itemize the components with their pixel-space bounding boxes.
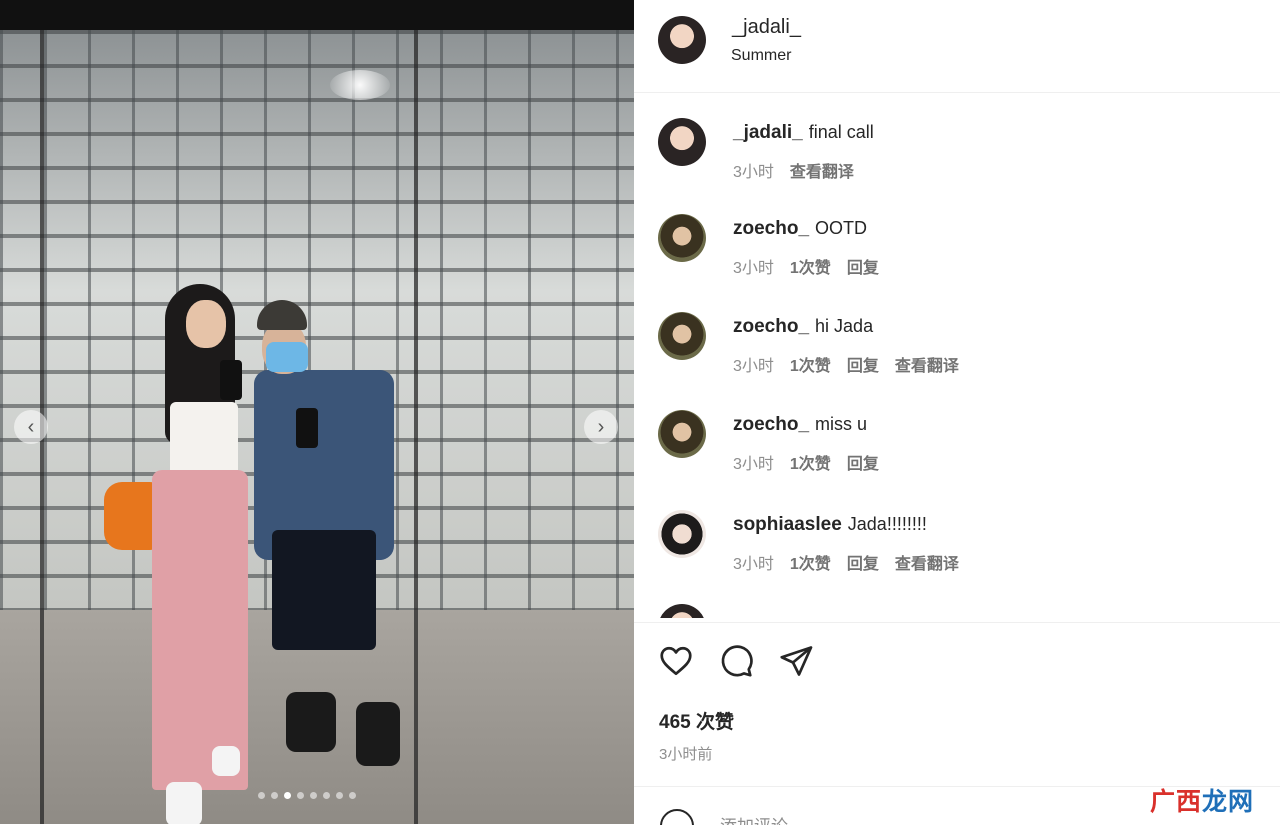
comment-likes[interactable]: 1次赞 [790,260,831,277]
commenter-username[interactable]: zoecho_ [733,414,809,435]
carousel-dot [336,792,343,799]
phone [220,360,242,400]
reply-button[interactable]: 回复 [847,260,879,277]
woman-face [186,300,226,348]
speech-bubble-icon[interactable] [718,643,754,679]
likes-count[interactable]: 465 次赞 [659,707,734,734]
comment-meta: 3小时 1次赞 回复 [733,450,895,474]
comment-row: sophiaaslee Jada!!!!!!!! 3小时 1次赞 回复 查看翻译 [634,510,1280,590]
watermark-text: 广西 [1150,788,1203,816]
woman-pink-pants [152,470,248,790]
comment-meta: 3小时 1次赞 回复 [733,254,895,278]
comment-time: 3小时 [733,556,774,573]
commenter-avatar[interactable] [658,510,706,558]
man-face-mask [266,342,308,372]
see-translation-button[interactable]: 查看翻译 [895,556,959,573]
man-shorts [272,530,376,650]
comment-text: miss u [815,414,868,434]
carousel-next-button[interactable]: › [584,410,618,444]
paper-plane-icon[interactable] [778,643,814,679]
comment-likes[interactable]: 1次赞 [790,556,831,573]
commenter-username[interactable]: zoecho_ [733,218,809,239]
comment-row: _jadali_ final call 3小时 查看翻译 [634,118,1280,198]
comment-likes[interactable]: 1次赞 [790,456,831,473]
commenter-avatar[interactable] [658,410,706,458]
author-username[interactable]: _jadali_ [732,16,801,39]
carousel-dot [323,792,330,799]
carousel-dot [349,792,356,799]
commenter-username[interactable]: zoecho_ [733,316,809,337]
comment-text: hi Jada [815,316,874,336]
carousel-dot [258,792,265,799]
man-shoe [356,702,400,766]
heart-icon[interactable] [658,643,694,679]
comment-line: zoecho_ hi Jada [733,316,873,338]
post-photo-pane: ‹ › [0,0,634,824]
comment-row: zoecho_ hi Jada 3小时 1次赞 回复 查看翻译 [634,312,1280,392]
truncated-comment-avatar [658,604,706,618]
author-avatar[interactable] [658,16,706,64]
carousel-dot [271,792,278,799]
watermark-text: 龙网 [1202,788,1255,816]
comment-time: 3小时 [733,164,774,181]
phone [296,408,318,448]
emoji-icon[interactable] [660,809,694,825]
commenter-avatar[interactable] [658,214,706,262]
comment-input[interactable] [718,811,1142,825]
comment-line: sophiaaslee Jada!!!!!!!! [733,514,927,536]
comment-line: _jadali_ final call [733,122,874,144]
carousel-dot [284,792,291,799]
chevron-right-icon: › [597,416,605,438]
photo-top-bar [0,0,634,30]
comment-time: 3小时 [733,358,774,375]
commenter-avatar[interactable] [658,118,706,166]
comment-meta: 3小时 1次赞 回复 查看翻译 [733,550,975,574]
post-timestamp: 3小时前 [659,746,713,763]
see-translation-button[interactable]: 查看翻译 [790,164,854,181]
chevron-left-icon: ‹ [27,416,35,438]
post-header: _jadali_ Summer [634,0,1280,93]
site-watermark: 广西龙网 [1150,782,1254,818]
avatar [658,604,706,618]
reply-button[interactable]: 回复 [847,456,879,473]
commenter-username[interactable]: _jadali_ [733,122,803,143]
post-location[interactable]: Summer [731,47,791,65]
woman-top [170,402,238,480]
comment-text: OOTD [815,218,868,238]
see-translation-button[interactable]: 查看翻译 [895,358,959,375]
comment-line: zoecho_ miss u [733,414,867,436]
mirror-edge [414,30,418,824]
comment-time: 3小时 [733,456,774,473]
carousel-dot [297,792,304,799]
comment-time: 3小时 [733,260,774,277]
post-photo [0,30,634,824]
woman-sneaker [166,782,202,824]
ceiling-light [330,70,390,100]
comment-meta: 3小时 1次赞 回复 查看翻译 [733,352,975,376]
carousel-prev-button[interactable]: ‹ [14,410,48,444]
comment-likes[interactable]: 1次赞 [790,358,831,375]
comment-row: zoecho_ miss u 3小时 1次赞 回复 [634,410,1280,490]
comment-row: zoecho_ OOTD 3小时 1次赞 回复 [634,214,1280,294]
comment-line: zoecho_ OOTD [733,218,867,240]
carousel-dots [258,792,356,799]
comment-text: final call [808,122,874,142]
woman-sneaker [212,746,240,776]
commenter-username[interactable]: sophiaaslee [733,514,842,535]
reply-button[interactable]: 回复 [847,358,879,375]
man-shoe [286,692,336,752]
commenter-avatar[interactable] [658,312,706,360]
comment-meta: 3小时 查看翻译 [733,158,870,182]
carousel-dot [310,792,317,799]
reply-button[interactable]: 回复 [847,556,879,573]
comment-text: Jada!!!!!!!! [847,514,927,534]
post-actions: 465 次赞 3小时前 [634,622,1280,801]
post-side-panel: _jadali_ Summer _jadali_ final call 3小时 查看翻… [634,0,1280,825]
